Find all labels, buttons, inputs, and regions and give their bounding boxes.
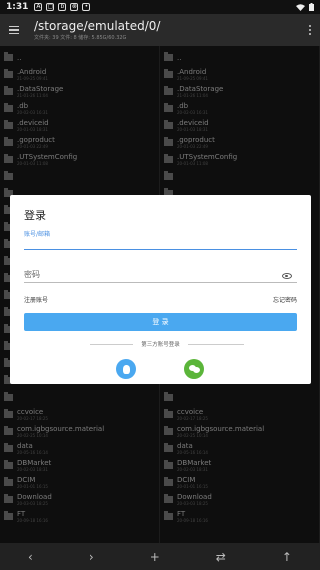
login-dialog: 登录 账号/邮箱 注册账号 忘记密码 登 录 第三方账号登录 bbox=[10, 195, 311, 384]
notification-icon: b bbox=[58, 3, 67, 11]
current-path: /storage/emulated/0/ bbox=[34, 19, 161, 33]
third-party-label: 第三方账号登录 bbox=[141, 342, 180, 348]
storage-info: 文件夹: 39 文件: 8 储存: 5.85G/60.32G bbox=[34, 35, 127, 41]
qq-icon bbox=[122, 364, 130, 374]
register-link[interactable]: 注册账号 bbox=[24, 295, 48, 304]
wechat-icon bbox=[188, 365, 200, 373]
account-input[interactable] bbox=[24, 236, 297, 250]
eye-icon[interactable] bbox=[282, 273, 292, 279]
notification-icon: A bbox=[34, 3, 43, 11]
forgot-password-link[interactable]: 忘记密码 bbox=[273, 295, 297, 304]
battery-icon bbox=[309, 3, 314, 11]
up-button[interactable]: ↑ bbox=[282, 550, 292, 564]
dialog-title: 登录 bbox=[24, 209, 46, 222]
status-time: 1:31 bbox=[6, 2, 29, 12]
path-header: /storage/emulated/0/ 文件夹: 39 文件: 8 储存: 5… bbox=[34, 19, 160, 41]
notification-icon: • bbox=[82, 3, 91, 11]
qq-login-button[interactable] bbox=[116, 359, 136, 379]
wifi-icon bbox=[296, 3, 305, 11]
notification-icons: A ▢ b ⊗ • bbox=[34, 3, 91, 11]
swap-panes-button[interactable]: ⇄ bbox=[216, 550, 226, 564]
notification-icon: ▢ bbox=[46, 3, 55, 11]
menu-icon[interactable] bbox=[0, 14, 28, 46]
overflow-menu-icon[interactable] bbox=[300, 25, 320, 35]
back-button[interactable]: ‹ bbox=[28, 550, 33, 564]
notification-icon: ⊗ bbox=[70, 3, 79, 11]
wechat-login-button[interactable] bbox=[184, 359, 204, 379]
status-bar: 1:31 A ▢ b ⊗ • bbox=[0, 0, 320, 14]
app-bar: /storage/emulated/0/ 文件夹: 39 文件: 8 储存: 5… bbox=[0, 14, 320, 46]
login-button[interactable]: 登 录 bbox=[24, 313, 297, 331]
password-input[interactable] bbox=[24, 267, 297, 283]
forward-button[interactable]: › bbox=[89, 550, 94, 564]
bottom-toolbar: ‹ › + ⇄ ↑ bbox=[0, 543, 320, 570]
system-icons bbox=[296, 3, 314, 11]
add-button[interactable]: + bbox=[150, 550, 160, 564]
